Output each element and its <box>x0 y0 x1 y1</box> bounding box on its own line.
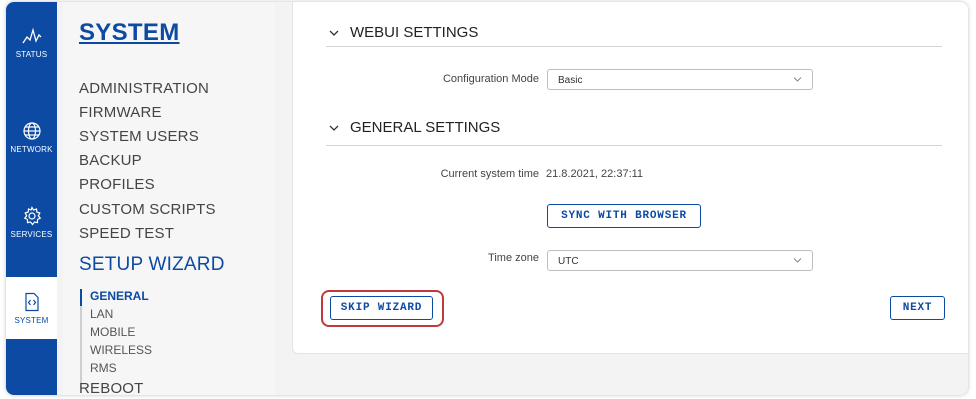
rail-label-network: NETWORK <box>10 144 53 154</box>
timezone-value: UTC <box>558 256 579 267</box>
timezone-select[interactable]: UTC <box>547 250 813 271</box>
rail-item-status[interactable]: STATUS <box>6 2 57 82</box>
menu-item-administration[interactable]: ADMINISTRATION <box>79 80 209 97</box>
section-heading: GENERAL SETTINGS <box>350 119 501 136</box>
section-heading: WEBUI SETTINGS <box>350 24 479 41</box>
system-menu: SYSTEM ADMINISTRATION FIRMWARE SYSTEM US… <box>63 2 275 395</box>
rail-item-services[interactable]: SERVICES <box>6 182 57 262</box>
rail-item-network[interactable]: NETWORK <box>6 97 57 177</box>
system-time-value: 21.8.2021, 22:37:11 <box>546 168 644 180</box>
highlight-box <box>321 290 444 327</box>
config-mode-label: Configuration Mode <box>442 73 539 85</box>
submenu-item-rms[interactable]: RMS <box>90 361 117 375</box>
chevron-down-icon <box>793 258 802 263</box>
submenu-item-mobile[interactable]: MOBILE <box>90 325 135 339</box>
menu-title[interactable]: SYSTEM <box>79 19 179 47</box>
menu-item-setup-wizard[interactable]: SETUP WIZARD <box>79 254 225 276</box>
chevron-down-icon <box>329 125 339 131</box>
next-button[interactable]: NEXT <box>890 296 945 320</box>
menu-item-profiles[interactable]: PROFILES <box>79 176 155 193</box>
rail-label-system: SYSTEM <box>14 315 49 325</box>
app-window: STATUS NETWORK SERVICES SYSTEM SYSTEM AD… <box>6 2 968 395</box>
submenu-item-wireless[interactable]: WIRELESS <box>90 343 152 357</box>
submenu-item-lan[interactable]: LAN <box>90 307 113 321</box>
menu-item-custom-scripts[interactable]: CUSTOM SCRIPTS <box>79 201 216 218</box>
submenu-item-general[interactable]: GENERAL <box>90 289 149 303</box>
sync-with-browser-button[interactable]: SYNC WITH BROWSER <box>547 204 701 228</box>
globe-icon <box>22 121 41 140</box>
timezone-label: Time zone <box>488 252 539 264</box>
menu-item-system-users[interactable]: SYSTEM USERS <box>79 128 199 145</box>
rail-label-services: SERVICES <box>10 229 53 239</box>
status-icon <box>21 27 41 43</box>
code-icon <box>24 292 39 311</box>
divider <box>326 46 942 47</box>
menu-item-backup[interactable]: BACKUP <box>79 152 142 169</box>
gear-icon <box>23 205 41 225</box>
rail-item-system[interactable]: SYSTEM <box>6 277 57 339</box>
icon-rail: STATUS NETWORK SERVICES SYSTEM <box>6 2 57 395</box>
rail-label-status: STATUS <box>15 49 48 59</box>
section-general-settings[interactable]: GENERAL SETTINGS <box>328 119 500 136</box>
config-mode-value: Basic <box>558 75 583 86</box>
system-time-label: Current system time <box>440 168 539 180</box>
submenu-active-indicator <box>80 289 82 306</box>
chevron-down-icon <box>793 77 802 82</box>
chevron-down-icon <box>329 30 339 36</box>
menu-item-firmware[interactable]: FIRMWARE <box>79 104 162 121</box>
config-mode-select[interactable]: Basic <box>547 69 813 90</box>
menu-item-reboot[interactable]: REBOOT <box>79 380 144 395</box>
section-webui-settings[interactable]: WEBUI SETTINGS <box>328 24 478 41</box>
divider <box>326 145 942 146</box>
menu-item-speed-test[interactable]: SPEED TEST <box>79 225 174 242</box>
